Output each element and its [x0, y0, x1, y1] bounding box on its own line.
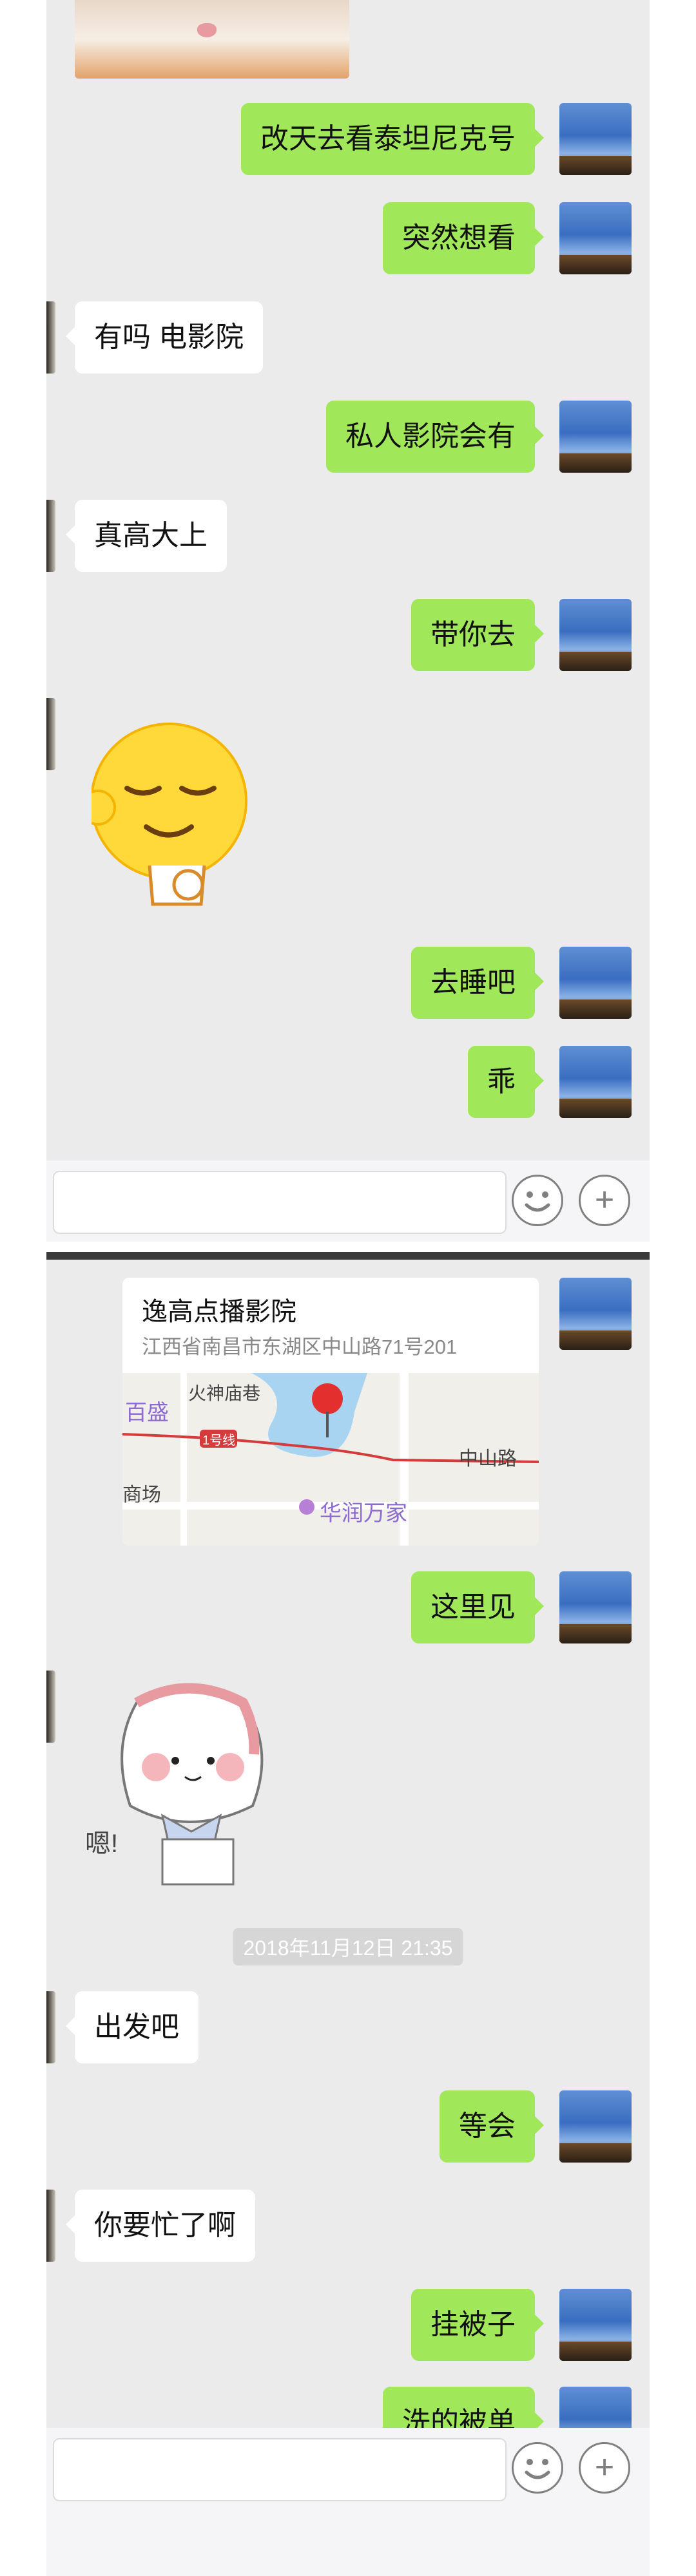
map-label-huarun: 华润万家: [320, 1501, 407, 1526]
message-row: 嗯!: [46, 1671, 650, 1889]
message-bubble[interactable]: 乖: [468, 1046, 544, 1118]
message-row: 挂被子: [46, 2289, 650, 2361]
message-bubble[interactable]: 私人影院会有: [326, 401, 544, 473]
screenshot-divider: [46, 1252, 650, 1260]
my-avatar[interactable]: [559, 1046, 632, 1118]
message-row: 改天去看泰坦尼克号: [46, 103, 650, 175]
message-row: 乖: [46, 1046, 650, 1118]
photo-message[interactable]: [75, 0, 349, 79]
message-row: [46, 698, 650, 930]
my-avatar[interactable]: [559, 599, 632, 671]
chat-panel-1: 改天去看泰坦尼克号 突然想看 有吗 电影院 私人影院会有 真高大上 带你去 去睡…: [46, 0, 650, 1160]
message-row: 突然想看: [46, 202, 650, 274]
bottom-gutter: [46, 2509, 650, 2576]
message-bubble[interactable]: 突然想看: [383, 202, 544, 274]
my-avatar[interactable]: [559, 2289, 632, 2361]
my-avatar[interactable]: [559, 1278, 632, 1350]
contact-avatar[interactable]: [46, 2190, 55, 2262]
my-avatar[interactable]: [559, 2387, 632, 2428]
plus-icon[interactable]: +: [579, 2442, 630, 2494]
cat-girl-sticker[interactable]: 嗯!: [85, 1671, 317, 1889]
message-bubble[interactable]: 这里见: [411, 1571, 544, 1643]
message-row: 逸高点播影院 江西省南昌市东湖区中山路71号201 百盛 火神庙巷 1号线 中山…: [46, 1278, 650, 1546]
message-bubble[interactable]: 有吗 电影院: [65, 301, 264, 374]
location-address: 江西省南昌市东湖区中山路71号201: [142, 1336, 458, 1358]
message-bubble[interactable]: 去睡吧: [411, 947, 544, 1019]
smiley-icon[interactable]: [512, 2442, 563, 2494]
message-bubble[interactable]: 改天去看泰坦尼克号: [241, 103, 544, 175]
my-avatar[interactable]: [559, 2090, 632, 2163]
smiley-icon[interactable]: [512, 1175, 563, 1226]
message-input[interactable]: [53, 1171, 507, 1234]
cat-photo-icon: [197, 23, 217, 37]
message-row: 真高大上: [46, 500, 650, 572]
message-row: 等会: [46, 2090, 650, 2163]
plus-icon[interactable]: +: [579, 1175, 630, 1226]
map-label-line1: 1号线: [202, 1434, 236, 1448]
contact-avatar[interactable]: [46, 301, 55, 374]
contact-avatar[interactable]: [46, 1991, 55, 2063]
sticker-text: 嗯!: [85, 1830, 119, 1858]
message-bubble[interactable]: 挂被子: [411, 2289, 544, 2361]
message-row: 带你去: [46, 599, 650, 671]
message-bubble[interactable]: 真高大上: [66, 500, 227, 572]
contact-avatar[interactable]: [46, 1671, 55, 1743]
message-timestamp: 2018年11月12日 21:35: [233, 1928, 463, 1965]
message-row: 出发吧: [46, 1991, 650, 2063]
message-bubble[interactable]: 你要忙了啊: [66, 2190, 255, 2262]
location-map: 百盛 火神庙巷 1号线 中山路 商场 华润万家: [122, 1373, 539, 1546]
contact-avatar[interactable]: [46, 698, 55, 770]
location-card[interactable]: 逸高点播影院 江西省南昌市东湖区中山路71号201 百盛 火神庙巷 1号线 中山…: [122, 1278, 539, 1546]
relieved-emoji-sticker[interactable]: [80, 711, 266, 917]
message-input[interactable]: [53, 2438, 507, 2501]
map-label-baisheng: 百盛: [125, 1401, 169, 1425]
my-avatar[interactable]: [559, 401, 632, 473]
message-row: 这里见: [46, 1571, 650, 1643]
message-bubble[interactable]: 等会: [440, 2090, 544, 2163]
message-bubble[interactable]: 洗的被单: [383, 2387, 544, 2428]
chat-panel-2: 逸高点播影院 江西省南昌市东湖区中山路71号201 百盛 火神庙巷 1号线 中山…: [46, 1260, 650, 2428]
message-row: 去睡吧: [46, 947, 650, 1019]
map-label-shangchang: 商场: [122, 1484, 161, 1506]
my-avatar[interactable]: [559, 202, 632, 274]
message-bubble[interactable]: 带你去: [411, 599, 544, 671]
message-row: 洗的被单: [46, 2387, 650, 2428]
location-name: 逸高点播影院: [142, 1298, 296, 1326]
map-label-shenmiao: 火神庙巷: [188, 1383, 261, 1403]
map-label-zhongshan: 中山路: [459, 1448, 517, 1470]
message-bubble[interactable]: 出发吧: [66, 1991, 198, 2063]
message-row: 你要忙了啊: [46, 2190, 650, 2262]
message-row: 有吗 电影院: [46, 301, 650, 374]
message-row: 私人影院会有: [46, 401, 650, 473]
my-avatar[interactable]: [559, 103, 632, 175]
input-bar-1: +: [46, 1160, 650, 1242]
my-avatar[interactable]: [559, 1571, 632, 1643]
input-bar-2: +: [46, 2428, 650, 2509]
my-avatar[interactable]: [559, 947, 632, 1019]
contact-avatar[interactable]: [46, 500, 55, 572]
